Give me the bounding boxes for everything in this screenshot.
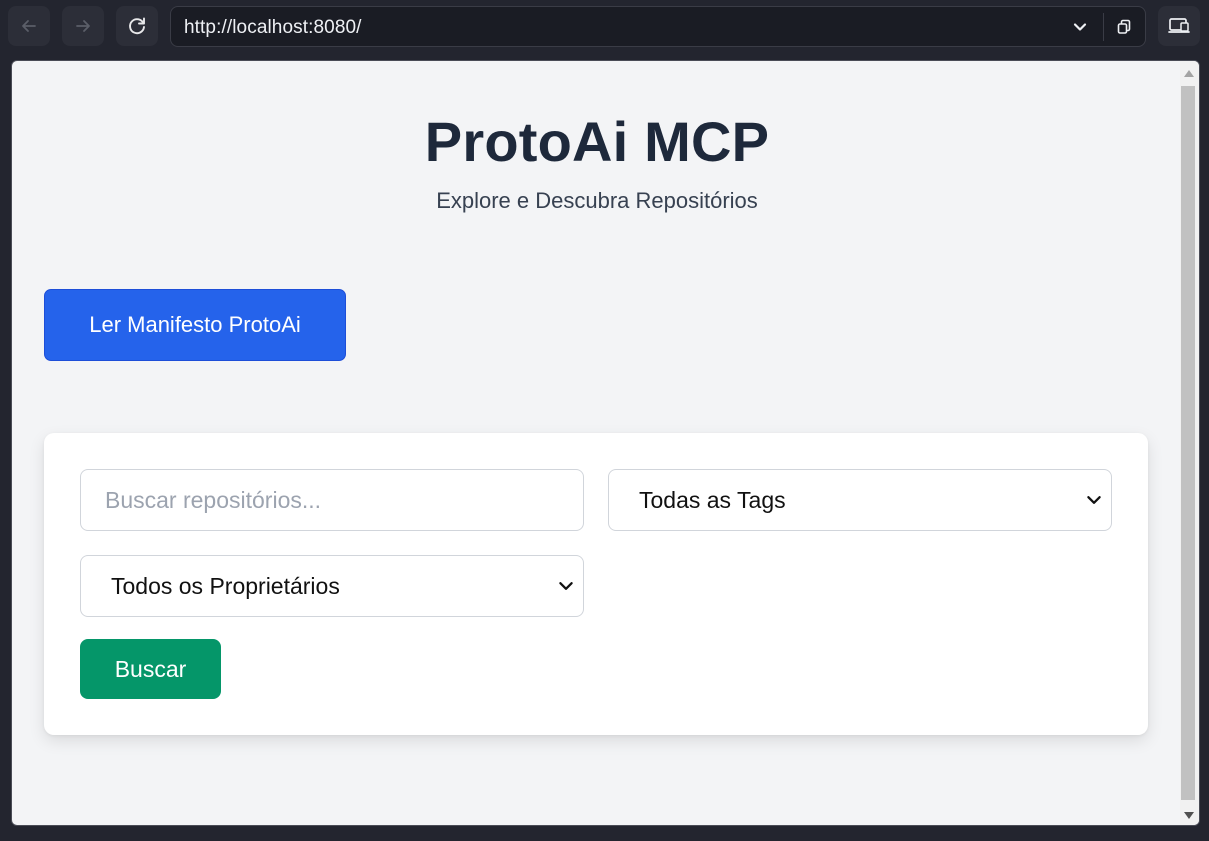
extension-button[interactable] <box>1158 6 1200 46</box>
copy-url-button[interactable] <box>1113 16 1135 38</box>
page-subtitle: Explore e Descubra Repositórios <box>436 188 758 213</box>
search-input[interactable] <box>80 469 584 531</box>
owners-select[interactable]: Todos os Proprietários <box>80 555 584 617</box>
arrow-left-icon <box>22 20 36 32</box>
tags-select-value: Todas as Tags <box>639 487 786 513</box>
chevron-down-icon <box>1073 23 1087 31</box>
tags-select[interactable]: Todas as Tags <box>608 469 1112 531</box>
address-bar-divider <box>1103 13 1104 41</box>
address-bar-url[interactable]: http://localhost:8080/ <box>184 17 362 39</box>
scroll-thumb[interactable] <box>1181 86 1195 800</box>
reload-icon <box>129 17 145 35</box>
vertical-scrollbar[interactable] <box>1180 61 1199 825</box>
read-manifest-button[interactable]: Ler Manifesto ProtoAi <box>44 289 346 361</box>
page-title: ProtoAi MCP <box>424 110 770 173</box>
device-icon <box>1168 18 1190 33</box>
arrow-right-icon <box>76 20 90 32</box>
owners-select-value: Todos os Proprietários <box>111 573 340 599</box>
browser-toolbar: http://localhost:8080/ <box>0 0 1209 54</box>
chevron-down-icon <box>1087 496 1101 504</box>
page-viewport: ProtoAi MCP Explore e Descubra Repositór… <box>11 60 1200 826</box>
search-card: Todas as Tags Todos os Proprietários Bus… <box>44 433 1148 735</box>
address-dropdown-button[interactable] <box>1069 16 1091 38</box>
scroll-down-arrow[interactable] <box>1184 812 1194 819</box>
back-button[interactable] <box>8 6 50 46</box>
address-bar[interactable]: http://localhost:8080/ <box>170 6 1146 47</box>
search-button[interactable]: Buscar <box>80 639 221 699</box>
reload-button[interactable] <box>116 6 158 46</box>
scroll-up-arrow[interactable] <box>1184 70 1194 77</box>
chevron-down-icon <box>559 582 573 590</box>
forward-button[interactable] <box>62 6 104 46</box>
copy-icon <box>1117 19 1131 34</box>
